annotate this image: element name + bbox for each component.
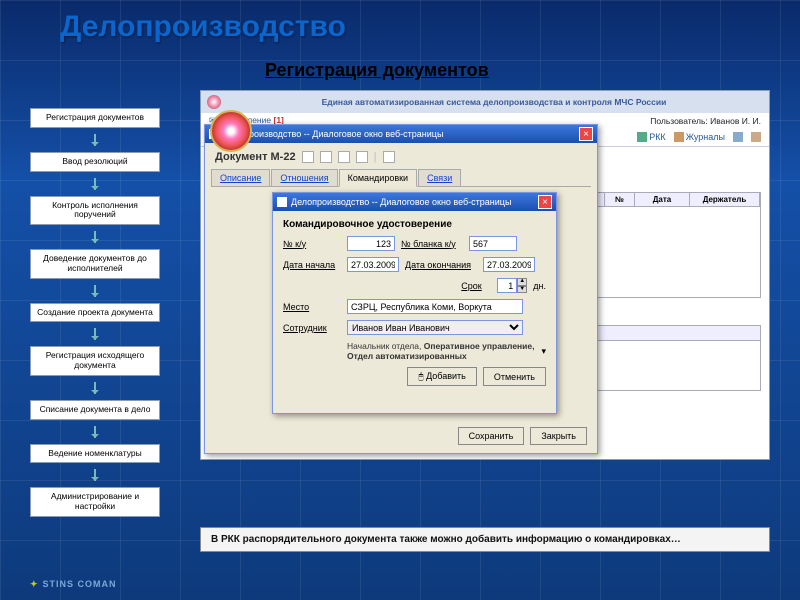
nav-step-resolutions[interactable]: Ввод резолюций: [30, 152, 160, 172]
nav-step-create[interactable]: Создание проекта документа: [30, 303, 160, 323]
close-button[interactable]: Закрыть: [530, 427, 587, 445]
tool-icon-1[interactable]: [733, 132, 743, 142]
dialog1-titlebar[interactable]: Делопроизводство -- Диалоговое окно веб-…: [205, 125, 597, 143]
journals-icon: [674, 132, 684, 142]
nav-step-control[interactable]: Контроль исполнения поручений: [30, 196, 160, 226]
arrow-down-icon: [94, 285, 96, 297]
label-term: Срок: [461, 281, 491, 291]
tab-trips[interactable]: Командировки: [339, 169, 417, 187]
arrow-down-icon: [94, 382, 96, 394]
col-num[interactable]: №: [605, 193, 635, 206]
nav-step-writeoff[interactable]: Списание документа в дело: [30, 400, 160, 420]
arrow-down-icon: [94, 328, 96, 340]
generic-icon: [751, 132, 761, 142]
cancel-button[interactable]: Отменить: [483, 367, 546, 386]
tab-links[interactable]: Связи: [418, 169, 461, 186]
input-term[interactable]: [497, 278, 517, 293]
label-num-blank: № бланка к/у: [401, 239, 463, 249]
doc-tool-icon[interactable]: [356, 151, 368, 163]
doc-tool-icon[interactable]: [320, 151, 332, 163]
employee-details: Начальник отдела, Оперативное управление…: [347, 341, 535, 361]
arrow-down-icon: [94, 231, 96, 243]
rkk-icon: [637, 132, 647, 142]
document-heading: Документ М-22 |: [211, 149, 591, 165]
spin-down-icon[interactable]: ▼: [517, 286, 527, 294]
arrow-down-icon: [94, 134, 96, 146]
select-employee[interactable]: Иванов Иван Иванович: [347, 320, 523, 335]
doc-tool-icon[interactable]: [383, 151, 395, 163]
label-date-start: Дата начала: [283, 260, 341, 270]
label-date-end: Дата окончания: [405, 260, 477, 270]
app-header-title: Единая автоматизированная система делопр…: [225, 97, 763, 107]
dialog-icon: [277, 197, 287, 207]
input-date-start[interactable]: [347, 257, 399, 272]
workflow-nav: Регистрация документов Ввод резолюций Ко…: [30, 108, 160, 517]
emblem-large-icon: [210, 110, 252, 152]
journals-link[interactable]: Журналы: [674, 132, 725, 142]
nav-step-outgoing[interactable]: Регистрация исходящего документа: [30, 346, 160, 376]
close-icon[interactable]: ×: [579, 127, 593, 141]
input-num-ku[interactable]: [347, 236, 395, 251]
trip-heading: Командировочное удостоверение: [283, 219, 546, 230]
add-button[interactable]: 🖰 Добавить: [407, 367, 477, 386]
spin-up-icon[interactable]: ▲: [517, 278, 527, 286]
arrow-down-icon: [94, 426, 96, 438]
arrow-down-icon: [94, 469, 96, 481]
generic-icon: [733, 132, 743, 142]
tab-description[interactable]: Описание: [211, 169, 270, 186]
nav-step-nomenclature[interactable]: Ведение номенклатуры: [30, 444, 160, 464]
doc-tool-icon[interactable]: [338, 151, 350, 163]
slide-caption: В РКК распорядительного документа также …: [200, 527, 770, 552]
close-icon[interactable]: ×: [538, 195, 552, 209]
nav-step-deliver[interactable]: Доведение документов до исполнителей: [30, 249, 160, 279]
label-place: Место: [283, 302, 341, 312]
dialog2-title: Делопроизводство -- Диалоговое окно веб-…: [291, 197, 534, 207]
input-place[interactable]: [347, 299, 523, 314]
nav-step-register[interactable]: Регистрация документов: [30, 108, 160, 128]
tool-icon-2[interactable]: [751, 132, 761, 142]
chevron-down-icon[interactable]: ▾: [541, 346, 546, 357]
dialog2-titlebar[interactable]: Делопроизводство -- Диалоговое окно веб-…: [273, 193, 556, 211]
save-button[interactable]: Сохранить: [458, 427, 525, 445]
label-num-ku: № к/у: [283, 239, 341, 249]
input-num-blank[interactable]: [469, 236, 517, 251]
doc-tabs: Описание Отношения Командировки Связи: [211, 169, 591, 187]
user-label: Пользователь: Иванов И. И.: [650, 116, 761, 126]
arrow-down-icon: [94, 178, 96, 190]
dialog1-title: Делопроизводство -- Диалоговое окно веб-…: [223, 129, 575, 139]
trip-dialog: Делопроизводство -- Диалоговое окно веб-…: [272, 192, 557, 414]
input-date-end[interactable]: [483, 257, 535, 272]
term-unit: дн.: [533, 281, 546, 291]
vendor-logo: STINS COMAN: [30, 579, 117, 590]
page-main-title: Делопроизводство: [60, 10, 346, 44]
rkk-link[interactable]: РКК: [637, 132, 666, 142]
label-employee: Сотрудник: [283, 323, 341, 333]
doc-tool-icon[interactable]: [302, 151, 314, 163]
nav-step-admin[interactable]: Администрирование и настройки: [30, 487, 160, 517]
app-header: Единая автоматизированная система делопр…: [201, 91, 769, 113]
page-sub-title: Регистрация документов: [265, 60, 489, 81]
emblem-icon: [207, 95, 221, 109]
col-holder[interactable]: Держатель: [690, 193, 760, 206]
term-stepper[interactable]: ▲▼: [497, 278, 527, 293]
col-date[interactable]: Дата: [635, 193, 690, 206]
tab-relations[interactable]: Отношения: [271, 169, 337, 186]
